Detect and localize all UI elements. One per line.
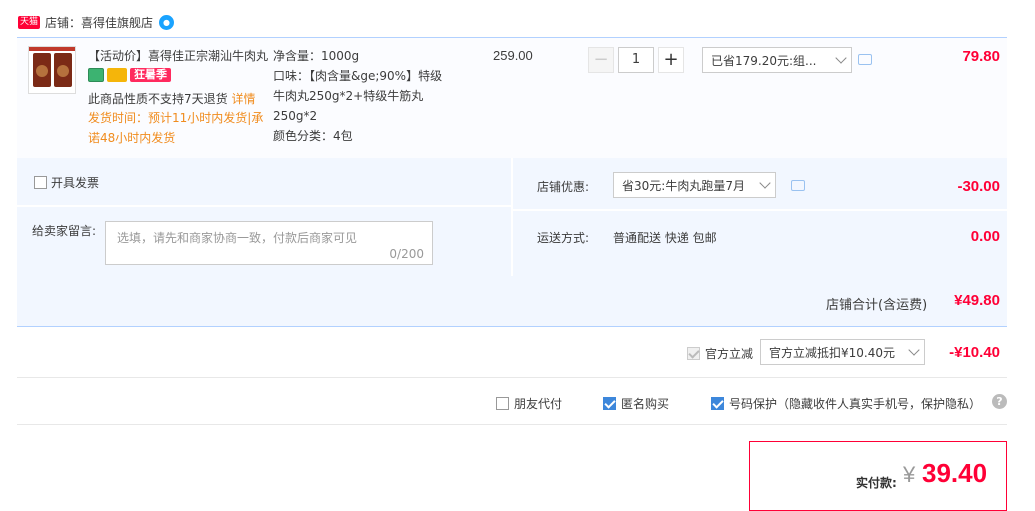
currency-symbol: ¥ [903, 462, 916, 487]
comment-icon[interactable] [791, 180, 805, 191]
chevron-down-icon [835, 52, 847, 64]
item-discount-select[interactable]: 已省179.20元:组... [702, 47, 852, 73]
tmall-badge: 天猫 [18, 15, 41, 29]
attr-weight: 净含量：1000g [273, 49, 360, 63]
invoice-option[interactable]: 开具发票 [34, 174, 99, 191]
option-friend-pay[interactable]: 朋友代付 [496, 395, 562, 412]
panel-divider-left [17, 205, 511, 207]
invoice-checkbox[interactable] [34, 176, 47, 189]
invoice-label: 开具发票 [51, 176, 100, 190]
friend-pay-checkbox[interactable] [496, 397, 509, 410]
shop-discount-select[interactable]: 省30元:牛肉丸跑量7月 [613, 172, 776, 198]
service-icons: 狂暑季 [88, 67, 171, 83]
pay-amount: 39.40 [922, 458, 988, 488]
shop-total-amount: ¥49.80 [954, 292, 1000, 309]
number-protect-checkbox[interactable] [711, 397, 724, 410]
item-discount-value: 已省179.20元:组... [711, 53, 817, 68]
official-discount-checkbox [687, 347, 700, 360]
attr-color: 颜色分类：4包 [273, 129, 353, 143]
guarantee-icon [88, 68, 104, 82]
panel-divider-h [513, 209, 1007, 211]
no-return-text: 此商品性质不支持7天退货 [88, 92, 228, 106]
chevron-down-icon [759, 177, 771, 189]
shipping-amount: 0.00 [970, 228, 1000, 245]
attr-flavor: 口味：【肉含量&ge;90%】特级牛肉丸250g*2+特级牛筋丸250g*2 [273, 69, 443, 123]
quantity-input[interactable]: 1 [618, 47, 654, 73]
number-protect-label: 号码保护（隐藏收件人真实手机号，保护隐私） [729, 397, 982, 411]
detail-link[interactable]: 详情 [231, 92, 255, 106]
message-label: 给卖家留言: [32, 224, 97, 238]
anonymous-checkbox[interactable] [603, 397, 616, 410]
card-icon [107, 68, 127, 82]
sku-attributes: 净含量：1000g 口味：【肉含量&ge;90%】特级牛肉丸250g*2+特级牛… [273, 46, 453, 146]
help-icon[interactable]: ? [992, 394, 1007, 409]
shipping-label: 运送方式: [537, 231, 590, 245]
promo-badge: 狂暑季 [130, 68, 171, 82]
chat-icon[interactable]: ● [159, 14, 175, 30]
message-placeholder: 选填，请先和商家协商一致，付款后商家可见 [117, 231, 358, 245]
comment-icon[interactable] [858, 54, 872, 65]
shop-discount-amount: -30.00 [957, 178, 1000, 195]
decrease-button[interactable]: − [588, 47, 614, 73]
shop-discount-value: 省30元:牛肉丸跑量7月 [622, 178, 745, 193]
ship-time: 发货时间：预计11小时内发货|承诺48小时内发货 [88, 111, 264, 145]
option-anonymous[interactable]: 匿名购买 [603, 395, 669, 412]
friend-pay-label: 朋友代付 [514, 397, 563, 411]
shop-header: 天猫 店铺：喜得佳旗舰店 ● [18, 12, 175, 32]
official-discount-amount: -¥10.40 [949, 344, 1000, 361]
increase-button[interactable]: + [658, 47, 684, 73]
divider [17, 377, 1007, 378]
panel-divider [511, 158, 513, 276]
shop-total-label: 店铺合计(含运费) [826, 298, 928, 313]
chevron-down-icon [908, 344, 920, 356]
message-count: 0/200 [389, 247, 424, 261]
product-title[interactable]: 【活动价】喜得佳正宗潮汕牛肉丸 [88, 46, 270, 66]
divider [17, 424, 1007, 425]
shipping-method: 普通配送 快递 包邮 [613, 231, 717, 245]
pay-label: 实付款: [856, 476, 897, 490]
official-discount-value: 官方立减抵扣¥10.40元 [769, 345, 895, 360]
no-return-notice: 此商品性质不支持7天退货 详情 [88, 89, 255, 109]
product-thumbnail[interactable] [28, 46, 76, 94]
quantity-stepper: − 1 + [588, 47, 684, 73]
shop-name[interactable]: 店铺：喜得佳旗舰店 [45, 14, 153, 31]
official-discount-label: 官方立减 [705, 347, 754, 361]
option-number-protect[interactable]: 号码保护（隐藏收件人真实手机号，保护隐私） [711, 395, 981, 412]
anonymous-label: 匿名购买 [621, 397, 670, 411]
message-textarea[interactable]: 选填，请先和商家协商一致，付款后商家可见 0/200 [105, 221, 433, 265]
unit-price: 259.00 [493, 48, 533, 63]
item-subtotal: 79.80 [962, 48, 1000, 65]
shop-discount-label: 店铺优惠: [537, 180, 590, 194]
official-discount-select[interactable]: 官方立减抵扣¥10.40元 [760, 339, 925, 365]
official-discount-option: 官方立减 [687, 345, 753, 362]
